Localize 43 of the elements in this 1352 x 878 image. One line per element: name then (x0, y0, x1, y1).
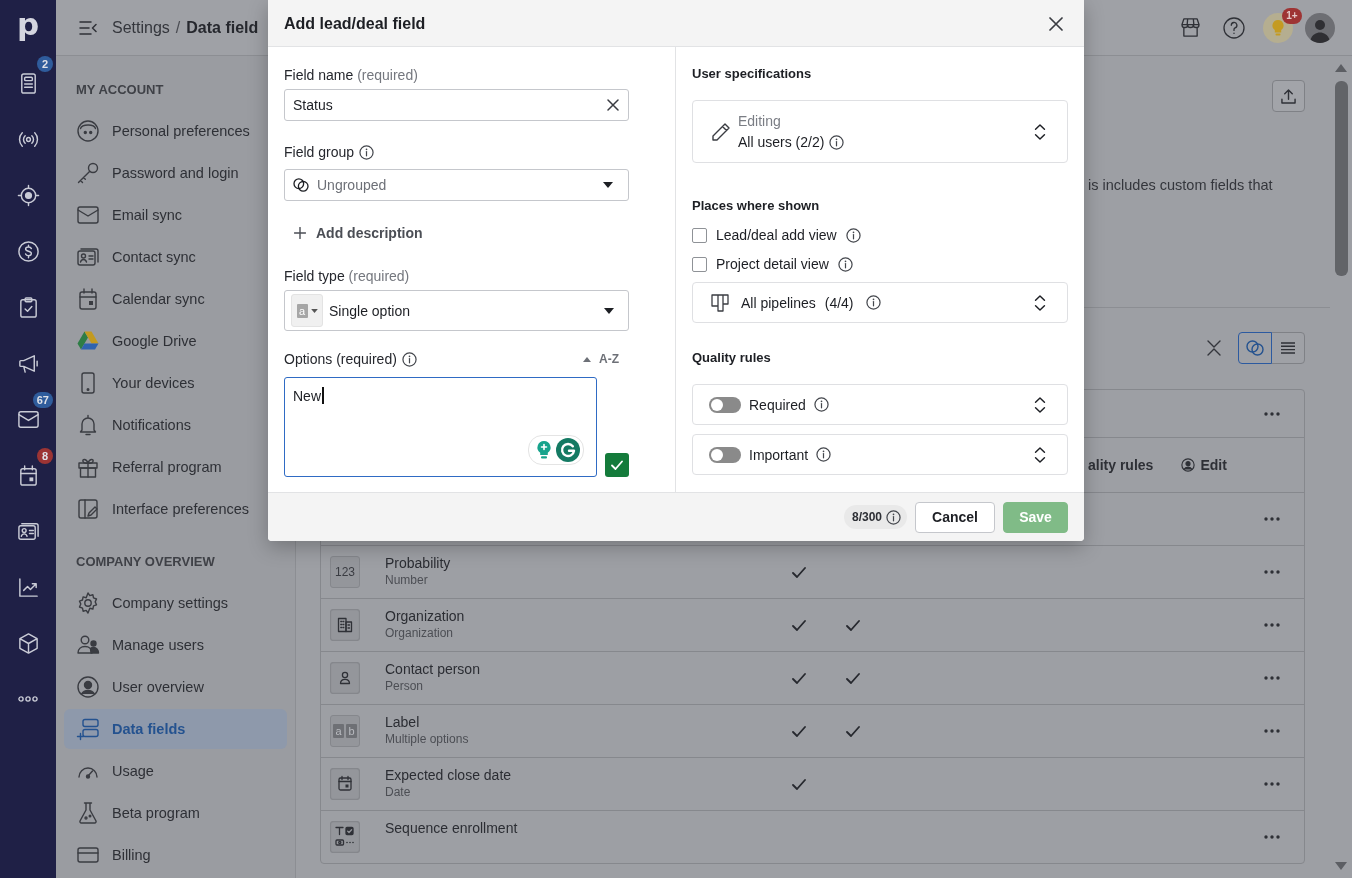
field-label: Field group (284, 143, 355, 161)
rule-label: Required (749, 396, 806, 413)
page-title: Data field (186, 18, 259, 37)
counter-text: 8/300 (851, 510, 882, 524)
count-badge: 67 (32, 392, 53, 408)
field-name: Organization (385, 607, 466, 625)
pipelines-label: All pipelines (741, 294, 816, 311)
permission-value: All users (2/2) (738, 133, 825, 151)
field-name: Probability (385, 554, 452, 572)
rule-label: Important (749, 446, 809, 463)
section-title: Places where shown (692, 197, 821, 215)
section-title: Quality rules (692, 349, 772, 367)
field-type: Date (385, 784, 412, 800)
count-badge: 2 (37, 56, 53, 72)
field-type: Number (385, 572, 429, 588)
notification-badge: 1+ (1282, 7, 1302, 24)
letter-tile: a (333, 724, 344, 738)
field-name: Contact person (385, 660, 481, 678)
description-text: is includes custom fields that (1088, 176, 1274, 194)
section-heading: MY ACCOUNT (75, 81, 165, 99)
permission-caption: Editing (738, 112, 782, 130)
section-title: User specifications (692, 65, 813, 83)
field-label: Field name (required) (284, 66, 418, 84)
field-label: Options (required) (284, 350, 397, 368)
dialog-title: Add lead/deal field (284, 15, 426, 33)
letter-tile: a (296, 303, 308, 318)
field-name: Expected close date (385, 766, 513, 784)
section-heading: COMPANY OVERVIEW (75, 553, 216, 571)
field-name: Sequence enrollment (385, 819, 519, 837)
field-name: Label (385, 713, 421, 731)
field-type: Person (385, 678, 425, 694)
field-type: Multiple options (385, 731, 470, 747)
number-type-tile: 123 (330, 556, 360, 588)
pipelines-count: (4/4) (824, 294, 854, 311)
count-badge: 8 (37, 448, 53, 464)
letter-tile: b (346, 724, 357, 738)
option-label: Lead/deal add view (716, 227, 837, 243)
column-header: Edit (1200, 457, 1227, 473)
option-label: Project detail view (716, 256, 829, 272)
field-type: Organization (385, 625, 455, 641)
breadcrumb-separator: / (175, 18, 181, 37)
column-header: ality rules (1088, 457, 1154, 473)
field-label: Field type (required) (284, 267, 410, 285)
